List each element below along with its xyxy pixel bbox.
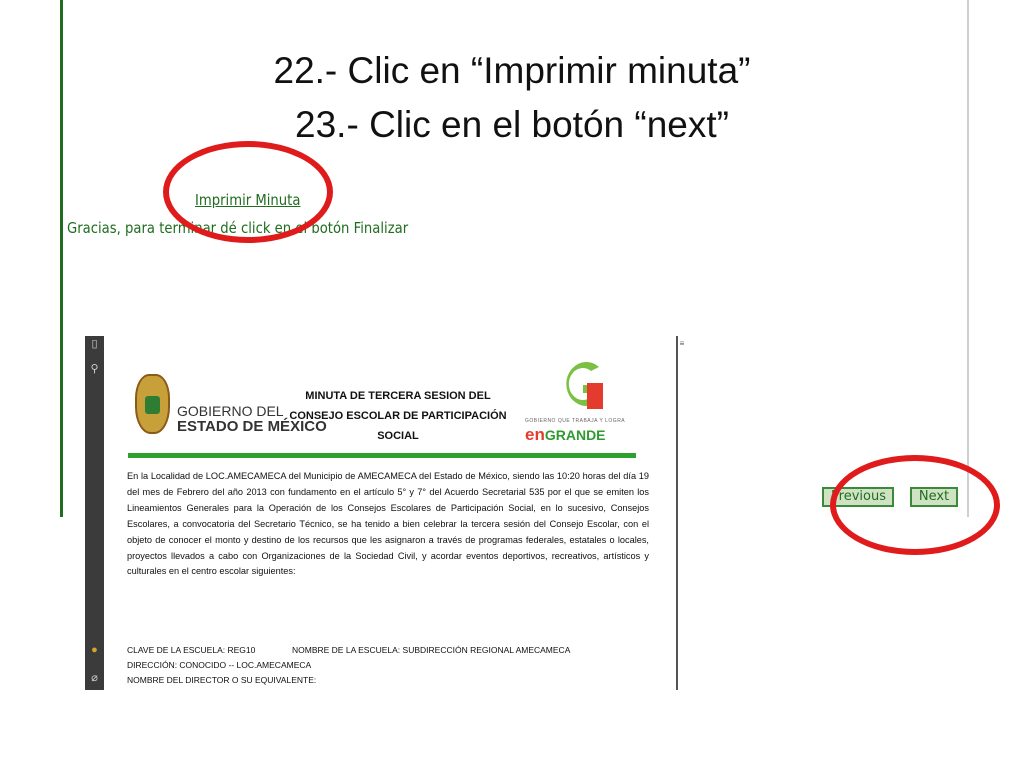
highlight-circle-next-button bbox=[830, 455, 1000, 555]
app-frame-border-right bbox=[967, 0, 969, 517]
app-frame-border-left bbox=[60, 0, 63, 517]
address-field: DIRECCIÓN: CONOCIDO -- LOC.AMECAMECA bbox=[127, 660, 312, 670]
minuta-body-text: En la Localidad de LOC.AMECAMECA del Mun… bbox=[127, 471, 649, 577]
page-icon[interactable]: ▯ bbox=[88, 338, 101, 351]
logo-tagline: GOBIERNO QUE TRABAJA Y LOGRA bbox=[525, 418, 626, 424]
document-header-divider bbox=[128, 453, 636, 458]
pdf-viewer: ▯ ⚲ ● ⌀ GOBIERNO DEL ESTADO DE MÉXICO MI… bbox=[85, 336, 685, 690]
pdf-scrollbar[interactable]: ≡ bbox=[676, 336, 685, 690]
edomex-seal-logo bbox=[135, 374, 170, 434]
bookmark-icon[interactable]: ⚲ bbox=[88, 363, 101, 376]
school-key: CLAVE DE LA ESCUELA: REG10 bbox=[127, 645, 256, 655]
slide-title-step-23: 23.- Clic en el botón “next” bbox=[295, 104, 729, 145]
logo-en: en bbox=[525, 425, 545, 444]
logo-grande: GRANDE bbox=[544, 427, 606, 443]
slide-title-step-22: 22.- Clic en “Imprimir minuta” bbox=[273, 50, 751, 91]
director-field: NOMBRE DEL DIRECTOR O SU EQUIVALENTE: bbox=[127, 675, 317, 685]
minuta-title: MINUTA DE TERCERA SESION DEL CONSEJO ESC… bbox=[289, 390, 507, 442]
highlight-circle-print-link bbox=[163, 141, 333, 243]
attachment-icon[interactable]: ⌀ bbox=[88, 672, 101, 685]
engrande-wordmark: enGRANDE bbox=[525, 425, 606, 445]
pdf-viewer-sidebar: ▯ ⚲ ● ⌀ bbox=[85, 336, 104, 690]
scroll-up-icon[interactable]: ≡ bbox=[678, 338, 685, 350]
engrande-g-logo bbox=[566, 362, 603, 409]
comment-icon[interactable]: ● bbox=[88, 644, 101, 657]
school-name: NOMBRE DE LA ESCUELA: SUBDIRECCIÓN REGIO… bbox=[292, 645, 571, 655]
